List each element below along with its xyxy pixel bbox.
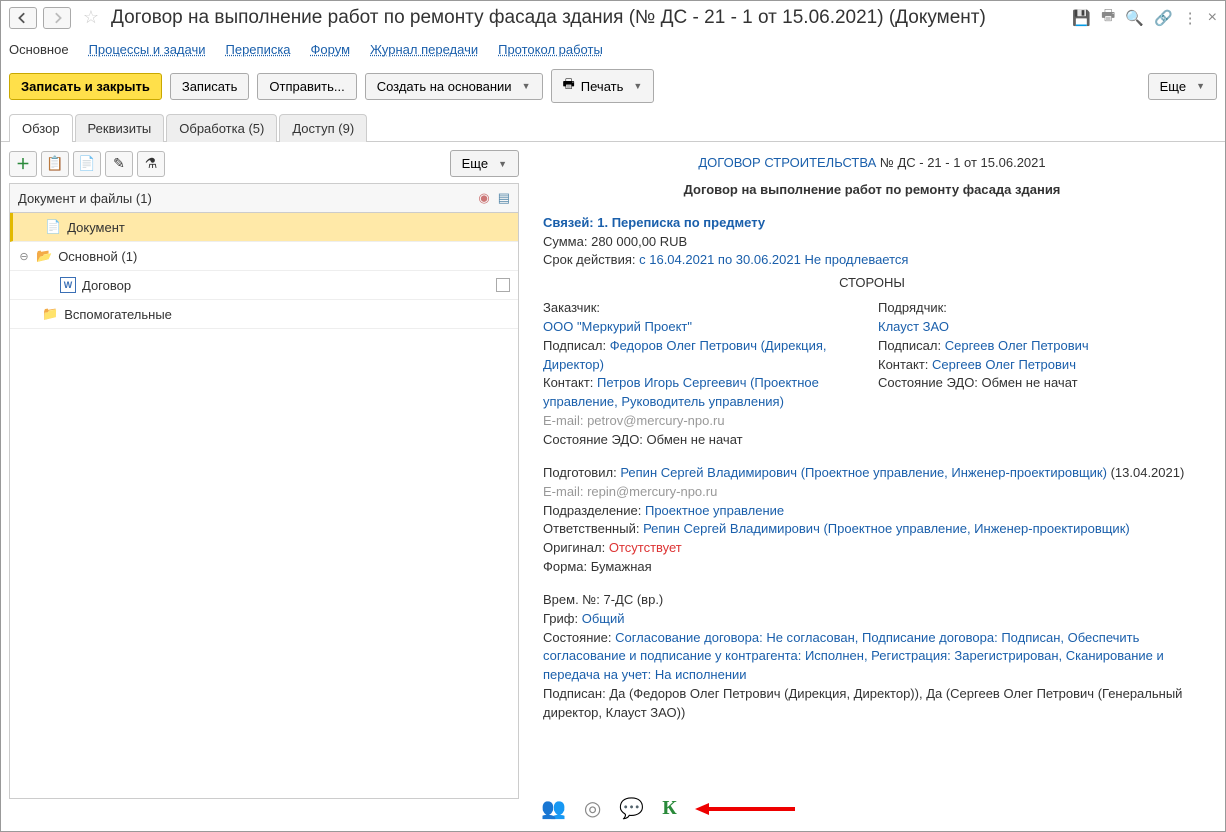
- favorite-icon[interactable]: ☆: [81, 8, 101, 28]
- save-and-close-button[interactable]: Записать и закрыть: [9, 73, 162, 100]
- document-icon: 📄: [45, 219, 61, 235]
- paste-icon[interactable]: 📋: [41, 151, 69, 177]
- doc-name: Договор на выполнение работ по ремонту ф…: [543, 181, 1201, 200]
- tab-overview[interactable]: Обзор: [9, 114, 73, 142]
- tab-properties[interactable]: Реквизиты: [75, 114, 165, 142]
- folder-open-icon: 📂: [36, 248, 52, 264]
- customer-org-link[interactable]: ООО "Меркурий Проект": [543, 318, 866, 337]
- back-button[interactable]: [9, 7, 37, 29]
- tree-header: Документ и файлы (1) ◉ ▤: [9, 183, 519, 213]
- grif-link[interactable]: Общий: [582, 611, 625, 626]
- tree-more-button[interactable]: Еще▼: [450, 150, 519, 177]
- column-icon-2[interactable]: ▤: [498, 190, 510, 206]
- tab-processing[interactable]: Обработка (5): [166, 114, 277, 142]
- original-status: Отсутствует: [609, 540, 682, 555]
- row-checkbox[interactable]: [496, 278, 510, 292]
- users-icon[interactable]: 👥: [541, 796, 566, 821]
- document-preview: ДОГОВОР СТРОИТЕЛЬСТВА № ДС - 21 - 1 от 1…: [527, 150, 1217, 799]
- new-doc-icon[interactable]: 📄: [73, 151, 101, 177]
- highlight-arrow: [695, 803, 795, 815]
- validity-link[interactable]: с 16.04.2021 по 30.06.2021 Не продлевает…: [639, 252, 908, 267]
- parties-heading: СТОРОНЫ: [543, 274, 1201, 293]
- print-button[interactable]: 🖶Печать▼: [551, 69, 655, 103]
- menu-work-protocol[interactable]: Протокол работы: [498, 42, 603, 57]
- responsible-link[interactable]: Репин Сергей Владимирович (Проектное упр…: [643, 521, 1130, 536]
- links-link[interactable]: Связей: 1. Переписка по предмету: [543, 215, 765, 230]
- tab-access[interactable]: Доступ (9): [279, 114, 367, 142]
- save-button[interactable]: Записать: [170, 73, 250, 100]
- contractor-contact-link[interactable]: Сергеев Олег Петрович: [932, 357, 1076, 372]
- menu-transfer-log[interactable]: Журнал передачи: [370, 42, 478, 57]
- print-icon[interactable]: 🖶: [1101, 5, 1115, 30]
- close-icon[interactable]: ×: [1208, 9, 1217, 27]
- menu-correspondence[interactable]: Переписка: [226, 42, 291, 57]
- folder-icon: 📁: [42, 306, 58, 322]
- send-button[interactable]: Отправить...: [257, 73, 356, 100]
- link-icon[interactable]: 🔗: [1154, 9, 1173, 27]
- create-based-on-button[interactable]: Создать на основании▼: [365, 73, 543, 100]
- menu-processes[interactable]: Процессы и задачи: [89, 42, 206, 57]
- doc-number: № ДС - 21 - 1 от 15.06.2021: [880, 155, 1046, 170]
- tool-icon[interactable]: ⚗: [137, 151, 165, 177]
- edit-icon[interactable]: ✎: [105, 151, 133, 177]
- tree-row-aux-folder[interactable]: 📁 Вспомогательные: [10, 300, 518, 329]
- prepared-by-link[interactable]: Репин Сергей Владимирович (Проектное упр…: [620, 465, 1107, 480]
- tree-row-contract[interactable]: W Договор: [10, 271, 518, 300]
- search-window-icon[interactable]: 🔍: [1125, 9, 1144, 27]
- k-icon[interactable]: К: [662, 797, 677, 820]
- state-link[interactable]: Согласование договора: Не согласован, По…: [543, 630, 1164, 683]
- more-button[interactable]: Еще▼: [1148, 73, 1217, 100]
- tree-row-main-folder[interactable]: ⊖ 📂 Основной (1): [10, 242, 518, 271]
- circle-icon[interactable]: ◎: [584, 796, 601, 821]
- contractor-signed-link[interactable]: Сергеев Олег Петрович: [945, 338, 1089, 353]
- menu-main[interactable]: Основное: [9, 42, 69, 57]
- chat-icon[interactable]: 💬: [619, 796, 644, 821]
- collapse-icon[interactable]: ⊖: [18, 250, 30, 263]
- page-title: Договор на выполнение работ по ремонту ф…: [111, 7, 1066, 29]
- doc-type-link[interactable]: ДОГОВОР СТРОИТЕЛЬСТВА: [698, 155, 876, 170]
- printer-icon: 🖶: [563, 75, 575, 97]
- forward-button[interactable]: [43, 7, 71, 29]
- contractor-org-link[interactable]: Клауст ЗАО: [878, 318, 1201, 337]
- save-icon[interactable]: 💾: [1072, 9, 1091, 27]
- word-doc-icon: W: [60, 277, 76, 293]
- column-icon-1[interactable]: ◉: [478, 190, 489, 206]
- menu-forum[interactable]: Форум: [311, 42, 351, 57]
- add-icon[interactable]: ＋: [9, 151, 37, 177]
- more-icon[interactable]: ⋮: [1183, 9, 1198, 27]
- tree-row-document[interactable]: 📄 Документ: [10, 213, 518, 242]
- dept-link[interactable]: Проектное управление: [645, 503, 784, 518]
